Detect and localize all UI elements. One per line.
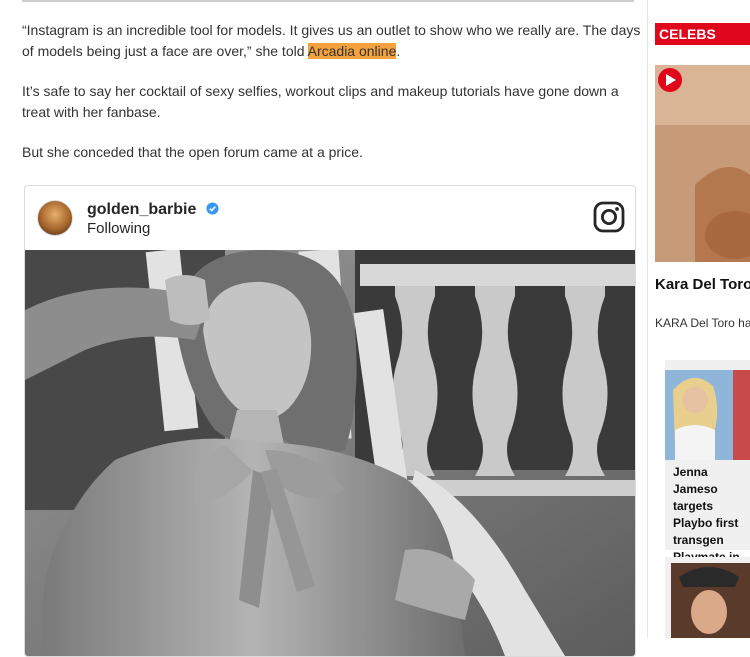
instagram-embed: golden_barbie Following xyxy=(24,185,636,657)
article-paragraph: But she conceded that the open forum cam… xyxy=(22,144,363,160)
sidebar-card-photo xyxy=(665,557,750,638)
avatar[interactable] xyxy=(37,200,73,236)
sidebar-hero-title[interactable]: Kara Del Toro minuscule tw xyxy=(655,276,750,294)
sidebar-divider xyxy=(647,0,648,638)
article-body: “Instagram is an incredible tool for mod… xyxy=(22,20,642,182)
top-divider xyxy=(22,0,634,2)
sidebar-hero-summary: KARA Del Toro ha thanks to her tanta xyxy=(655,316,750,330)
post-photo[interactable] xyxy=(25,250,635,656)
section-label-celebs[interactable]: CELEBS xyxy=(655,23,750,45)
instagram-logo-icon[interactable] xyxy=(593,201,625,233)
sidebar-card[interactable]: Jenna Jameso targets Playbo first transg… xyxy=(665,360,750,581)
sidebar-card-image xyxy=(665,370,750,460)
sidebar-hero-photo xyxy=(655,65,750,262)
sidebar: CELEBS Kara Del Toro minuscule tw KARA D… xyxy=(645,0,750,638)
arcadia-online-link[interactable]: Arcadia online xyxy=(307,43,397,59)
verified-badge-icon xyxy=(206,202,219,215)
sidebar-hero-image[interactable] xyxy=(655,65,750,262)
embed-header: golden_barbie Following xyxy=(25,186,635,250)
follow-status[interactable]: Following xyxy=(87,220,150,237)
article-paragraph: “Instagram is an incredible tool for mod… xyxy=(22,22,641,59)
article-paragraph: It’s safe to say her cocktail of sexy se… xyxy=(22,83,619,120)
instagram-username[interactable]: golden_barbie xyxy=(87,201,196,218)
sidebar-card-photo xyxy=(665,370,750,460)
sidebar-card-image[interactable] xyxy=(665,557,750,638)
